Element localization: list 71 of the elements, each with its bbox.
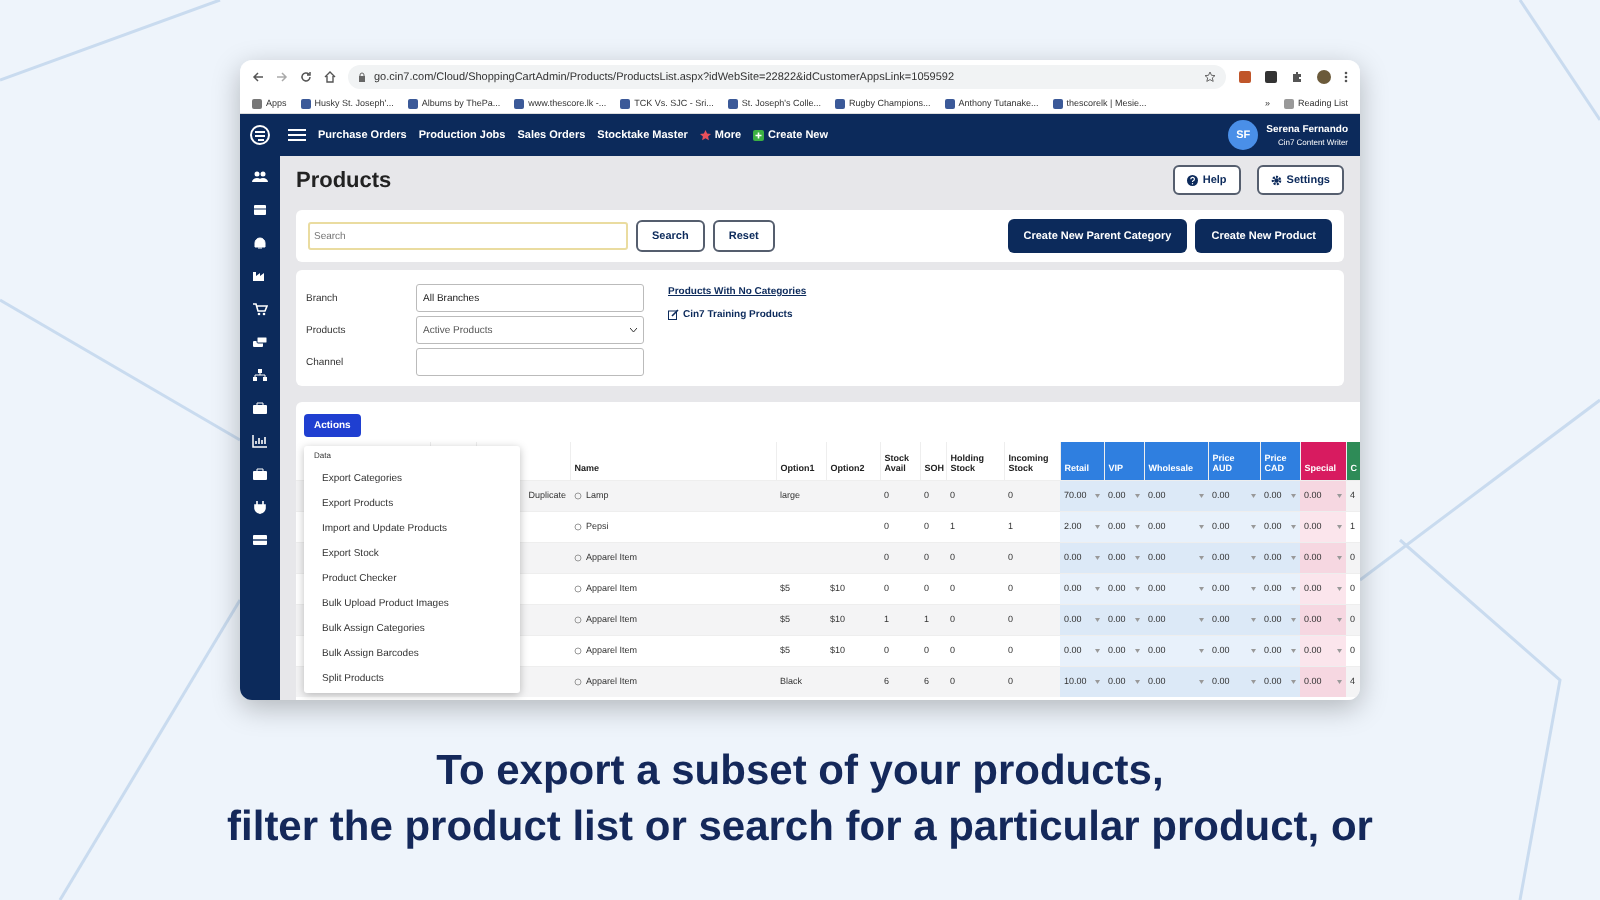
reload-icon[interactable] (300, 71, 312, 83)
caret-icon (1251, 679, 1256, 684)
caret-icon (1095, 648, 1100, 653)
caret-icon (1337, 617, 1342, 622)
briefcase-icon[interactable] (252, 467, 268, 481)
caret-icon (1337, 524, 1342, 529)
edit-icon (668, 309, 679, 320)
caret-icon (1135, 679, 1140, 684)
caret-icon (1135, 586, 1140, 591)
people-icon[interactable] (252, 170, 268, 184)
caret-icon (1291, 679, 1296, 684)
cart-icon[interactable] (252, 302, 268, 316)
caption-text: To export a subset of your products, (434, 746, 1166, 798)
plug-icon[interactable] (252, 500, 268, 514)
briefcase-icon[interactable] (252, 401, 268, 415)
caret-icon (1199, 617, 1204, 622)
tray-icon[interactable] (252, 533, 268, 547)
caret-icon (1199, 493, 1204, 498)
caret-icon (1135, 648, 1140, 653)
caret-icon (1199, 555, 1204, 560)
caret-icon (1251, 555, 1256, 560)
caret-icon (1251, 586, 1256, 591)
star-icon (699, 129, 711, 141)
caret-icon (1337, 555, 1342, 560)
logo-icon (249, 124, 271, 146)
box-icon[interactable] (252, 203, 268, 217)
caret-icon (1291, 493, 1296, 498)
caption-text: filter the product list or search for a particular product, or (225, 802, 1375, 854)
caret-icon (1337, 648, 1342, 653)
caret-icon (1199, 586, 1204, 591)
caret-icon (1251, 617, 1256, 622)
caret-icon (1199, 524, 1204, 529)
home-icon[interactable] (324, 71, 336, 83)
plus-icon (753, 129, 765, 141)
lock-icon (358, 72, 366, 82)
gear-icon (1270, 174, 1282, 186)
caret-icon (1095, 493, 1100, 498)
input-field[interactable] (416, 348, 644, 376)
caret-icon (1199, 679, 1204, 684)
stack-icon[interactable] (252, 335, 268, 349)
help-icon (1186, 174, 1198, 186)
caret-icon (1291, 524, 1296, 529)
caret-icon (1135, 493, 1140, 498)
caret-icon (1199, 648, 1204, 653)
caret-icon (1337, 586, 1342, 591)
caret-icon (1095, 524, 1100, 529)
caret-icon (1251, 524, 1256, 529)
back-icon[interactable] (252, 71, 264, 83)
caret-icon (1251, 648, 1256, 653)
page-title: Products (296, 166, 392, 194)
sitemap-icon[interactable] (252, 368, 268, 382)
caret-icon (1337, 493, 1342, 498)
caret-icon (1291, 617, 1296, 622)
caret-icon (1337, 679, 1342, 684)
caret-icon (1135, 555, 1140, 560)
caret-icon (1291, 648, 1296, 653)
profile-icon[interactable] (1316, 69, 1332, 85)
caret-icon (1095, 679, 1100, 684)
caret-icon (1135, 617, 1140, 622)
caret-icon (1291, 586, 1296, 591)
chart-icon[interactable] (252, 434, 268, 448)
puzzle-icon[interactable] (1290, 70, 1304, 84)
caret-icon (1291, 555, 1296, 560)
caret-icon (1095, 586, 1100, 591)
caret-icon (1095, 555, 1100, 560)
bell-icon[interactable] (252, 236, 268, 250)
menu-icon[interactable] (288, 128, 306, 142)
factory-icon[interactable] (252, 269, 268, 283)
caret-icon (1095, 617, 1100, 622)
caret-icon (1135, 524, 1140, 529)
caret-icon (1251, 493, 1256, 498)
